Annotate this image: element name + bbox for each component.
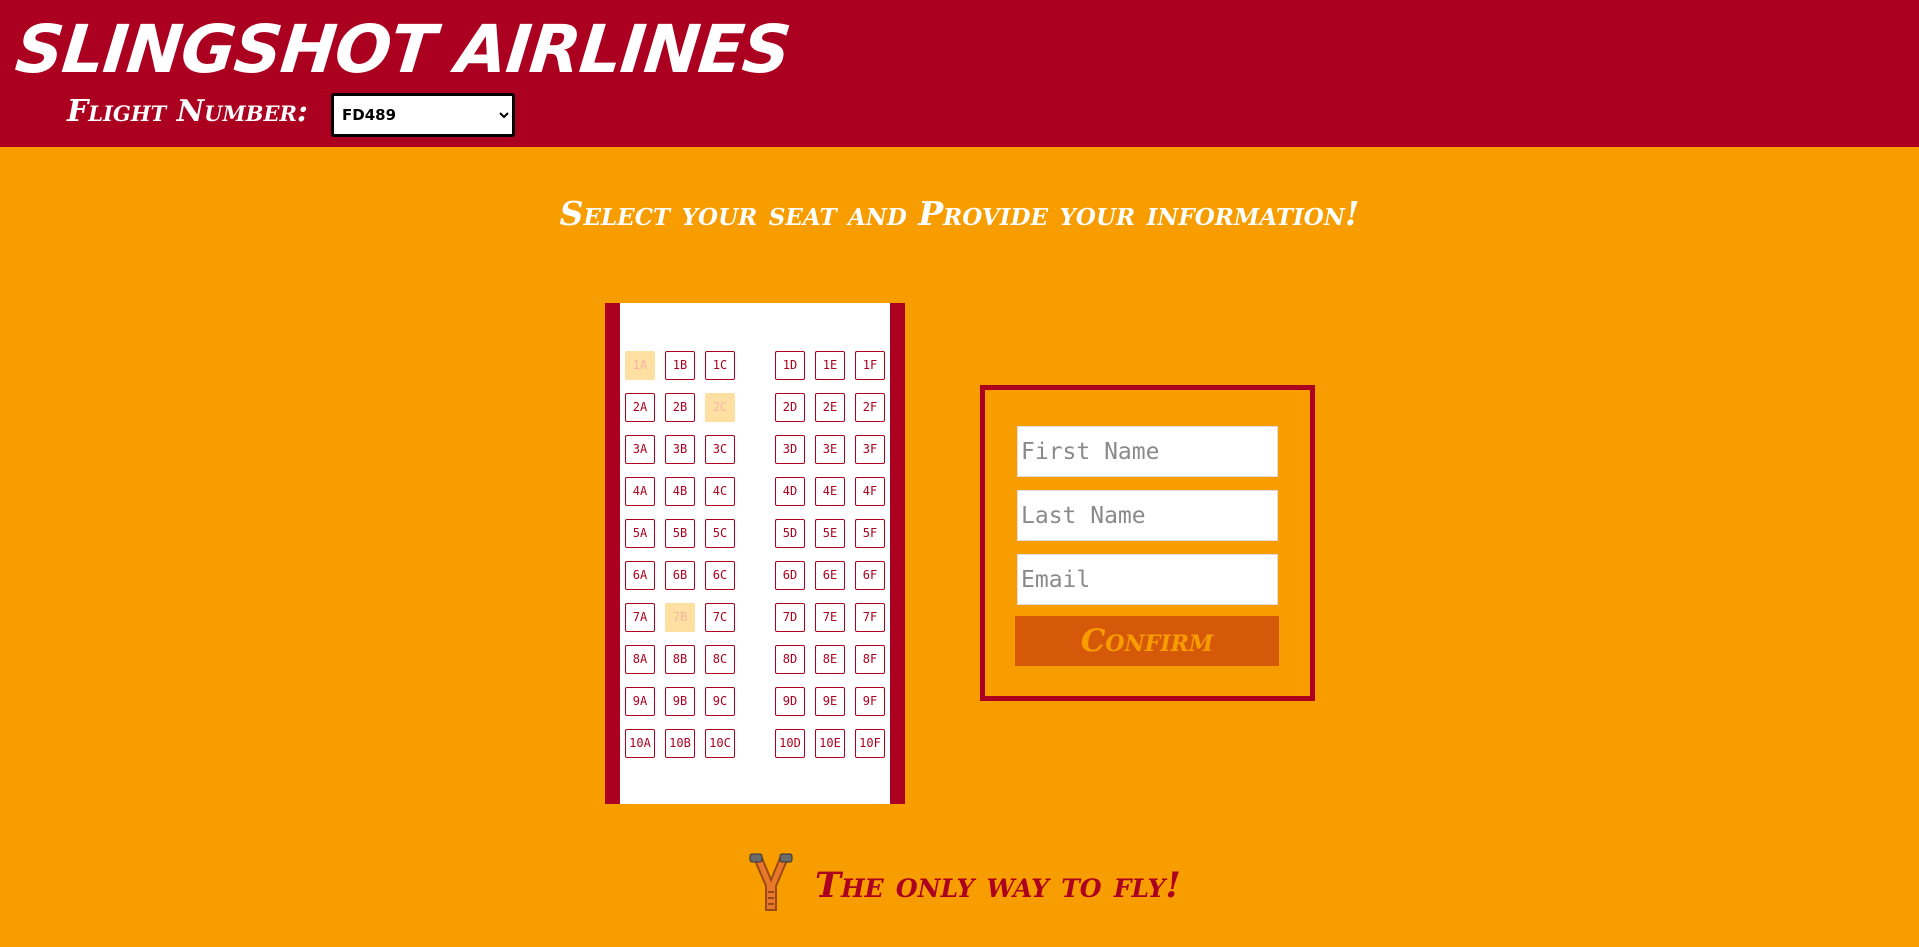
seat-9a[interactable]: 9A xyxy=(625,687,655,716)
seat-10c[interactable]: 10C xyxy=(705,729,735,758)
seat-5d[interactable]: 5D xyxy=(775,519,805,548)
seat-8b[interactable]: 8B xyxy=(665,645,695,674)
seat-2b[interactable]: 2B xyxy=(665,393,695,422)
seat-5f[interactable]: 5F xyxy=(855,519,885,548)
seat-8c[interactable]: 8C xyxy=(705,645,735,674)
seat-8e[interactable]: 8E xyxy=(815,645,845,674)
seat-2e[interactable]: 2E xyxy=(815,393,845,422)
seat-4b[interactable]: 4B xyxy=(665,477,695,506)
flight-number-label: Flight Number: xyxy=(67,94,308,129)
seat-7e[interactable]: 7E xyxy=(815,603,845,632)
seat-7c[interactable]: 7C xyxy=(705,603,735,632)
seat-10f[interactable]: 10F xyxy=(855,729,885,758)
confirm-button[interactable]: Confirm xyxy=(1015,616,1279,666)
seat-1d[interactable]: 1D xyxy=(775,351,805,380)
seat-7b: 7B xyxy=(665,603,695,632)
seat-2d[interactable]: 2D xyxy=(775,393,805,422)
seat-1e[interactable]: 1E xyxy=(815,351,845,380)
seat-2f[interactable]: 2F xyxy=(855,393,885,422)
seat-9e[interactable]: 9E xyxy=(815,687,845,716)
seat-6d[interactable]: 6D xyxy=(775,561,805,590)
seat-10d[interactable]: 10D xyxy=(775,729,805,758)
seat-map: 1A 1B 1C 1D 1E 1F 2A 2B 2C 2D 2E 2F 3A 3B 3C 3D 3E 3F 4A 4B… xyxy=(605,303,905,804)
seat-10b[interactable]: 10B xyxy=(665,729,695,758)
seat-1f[interactable]: 1F xyxy=(855,351,885,380)
seat-4e[interactable]: 4E xyxy=(815,477,845,506)
seat-1a: 1A xyxy=(625,351,655,380)
seat-3e[interactable]: 3E xyxy=(815,435,845,464)
seat-2c: 2C xyxy=(705,393,735,422)
seat-10e[interactable]: 10E xyxy=(815,729,845,758)
seat-6a[interactable]: 6A xyxy=(625,561,655,590)
seat-5c[interactable]: 5C xyxy=(705,519,735,548)
first-name-input[interactable] xyxy=(1017,426,1278,477)
seat-6b[interactable]: 6B xyxy=(665,561,695,590)
seat-9d[interactable]: 9D xyxy=(775,687,805,716)
email-input[interactable] xyxy=(1017,554,1278,605)
seat-6f[interactable]: 6F xyxy=(855,561,885,590)
seat-5b[interactable]: 5B xyxy=(665,519,695,548)
brand-title: SLINGSHOT AIRLINES xyxy=(12,11,794,88)
seat-4a[interactable]: 4A xyxy=(625,477,655,506)
seat-7d[interactable]: 7D xyxy=(775,603,805,632)
seat-8a[interactable]: 8A xyxy=(625,645,655,674)
flight-number-select[interactable]: FD489 xyxy=(331,93,515,137)
seat-8d[interactable]: 8D xyxy=(775,645,805,674)
seat-1b[interactable]: 1B xyxy=(665,351,695,380)
seat-3f[interactable]: 3F xyxy=(855,435,885,464)
seat-6c[interactable]: 6C xyxy=(705,561,735,590)
seat-9b[interactable]: 9B xyxy=(665,687,695,716)
seat-8f[interactable]: 8F xyxy=(855,645,885,674)
seat-6e[interactable]: 6E xyxy=(815,561,845,590)
seat-3a[interactable]: 3A xyxy=(625,435,655,464)
seat-5e[interactable]: 5E xyxy=(815,519,845,548)
seat-10a[interactable]: 10A xyxy=(625,729,655,758)
seat-3c[interactable]: 3C xyxy=(705,435,735,464)
seat-4d[interactable]: 4D xyxy=(775,477,805,506)
seat-5a[interactable]: 5A xyxy=(625,519,655,548)
seat-4f[interactable]: 4F xyxy=(855,477,885,506)
seat-2a[interactable]: 2A xyxy=(625,393,655,422)
seat-7f[interactable]: 7F xyxy=(855,603,885,632)
seat-9c[interactable]: 9C xyxy=(705,687,735,716)
page-subtitle: Select your seat and Provide your inform… xyxy=(559,194,1360,233)
slingshot-icon xyxy=(749,853,793,911)
site-header: SLINGSHOT AIRLINES Flight Number: FD489 xyxy=(0,0,1919,147)
footer-tagline: The only way to fly! xyxy=(815,865,1181,906)
seat-3b[interactable]: 3B xyxy=(665,435,695,464)
seat-7a[interactable]: 7A xyxy=(625,603,655,632)
last-name-input[interactable] xyxy=(1017,490,1278,541)
seat-4c[interactable]: 4C xyxy=(705,477,735,506)
seat-3d[interactable]: 3D xyxy=(775,435,805,464)
seat-1c[interactable]: 1C xyxy=(705,351,735,380)
seat-9f[interactable]: 9F xyxy=(855,687,885,716)
